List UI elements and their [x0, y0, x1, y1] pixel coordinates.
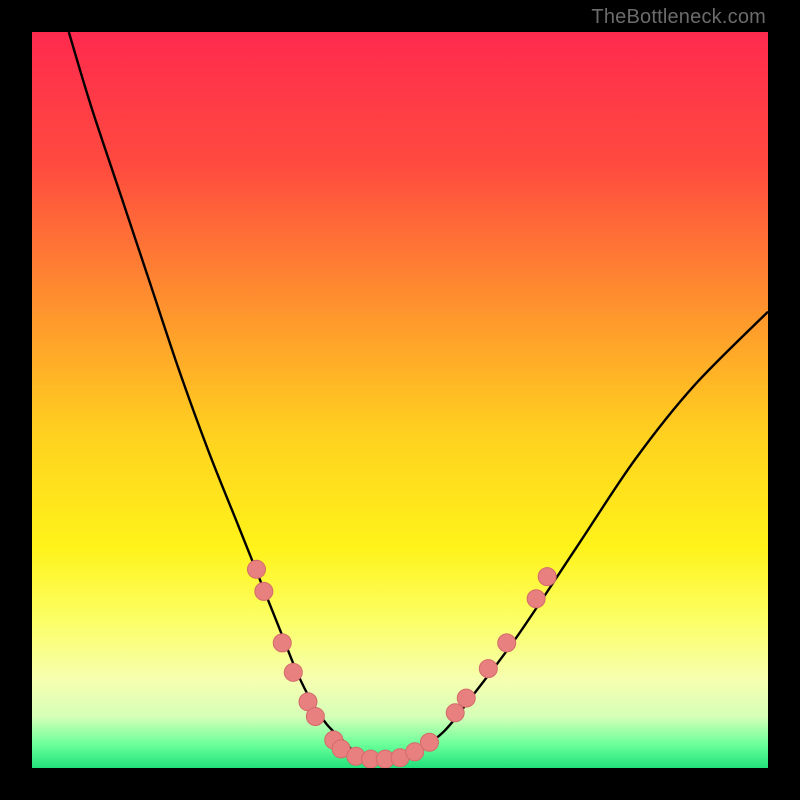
data-marker [273, 634, 291, 652]
data-marker [284, 663, 302, 681]
data-marker [446, 704, 464, 722]
data-marker [255, 582, 273, 600]
data-marker [247, 560, 265, 578]
watermark-text: TheBottleneck.com [591, 6, 766, 29]
bottleneck-curve [69, 32, 768, 761]
curve-layer [32, 32, 768, 768]
data-marker [538, 568, 556, 586]
data-marker [420, 733, 438, 751]
data-marker [306, 707, 324, 725]
data-marker [457, 689, 475, 707]
data-marker [498, 634, 516, 652]
plot-area [32, 32, 768, 768]
data-marker [527, 590, 545, 608]
chart-frame: TheBottleneck.com [0, 0, 800, 800]
data-marker [479, 660, 497, 678]
data-markers [247, 560, 556, 768]
